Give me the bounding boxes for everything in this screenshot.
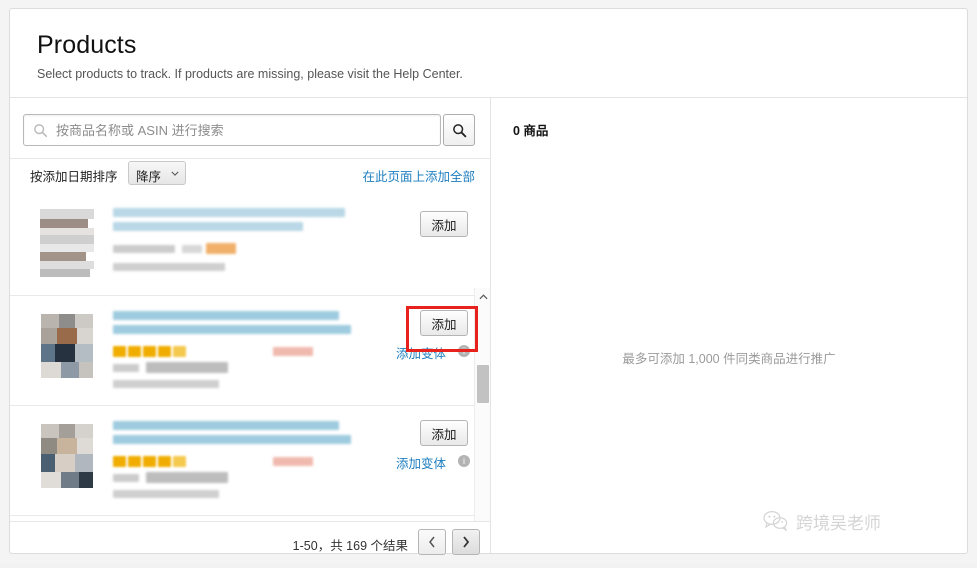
product-badge [206,243,236,254]
product-title[interactable] [113,311,361,341]
products-card: Products Select products to track. If pr… [9,8,968,554]
search-input[interactable] [54,115,434,145]
product-title[interactable] [113,208,361,238]
pagination-next-button[interactable] [452,529,480,555]
empty-state-message: 最多可添加 1,000 件同类商品进行推广 [491,348,967,367]
list-item[interactable]: 添加 添加变体 i [10,406,474,516]
product-list-viewport: 添加 [10,193,474,521]
watermark: 跨境吴老师 [763,504,943,538]
scrollbar-track[interactable] [475,305,490,521]
product-title[interactable] [113,421,361,451]
sort-label: 按添加日期排序 [30,166,118,185]
pagination-summary: 1-50，共 169 个结果 [293,535,408,554]
pagination-prev-button[interactable] [418,529,446,555]
search-submit-button[interactable] [443,114,475,146]
search-icon [33,123,48,138]
info-icon[interactable]: i [458,455,470,467]
chevron-left-icon [428,536,436,548]
search-icon [452,123,467,138]
list-item[interactable]: 添加 添加变体 i [10,296,474,406]
product-thumbnail[interactable] [38,207,96,279]
add-variation-link[interactable]: 添加变体 [396,453,446,472]
selected-products-pane: 0 商品 最多可添加 1,000 件同类商品进行推广 [491,98,967,553]
search-row [23,114,475,146]
product-meta [146,472,228,483]
product-thumbnail[interactable] [38,310,96,382]
product-meta [113,364,139,372]
selected-count-label: 0 商品 [513,120,548,139]
add-product-button[interactable]: 添加 [420,420,468,446]
page-subtitle: Select products to track. If products ar… [37,67,463,81]
card-header: Products Select products to track. If pr… [10,9,967,97]
chevron-up-icon [479,294,488,300]
list-item[interactable]: 添加 [10,193,474,296]
product-thumbnail[interactable] [38,420,96,492]
product-search-pane: 按添加日期排序 降序 在此页面上添加全部 [10,98,490,553]
sort-order-value: 降序 [136,166,161,185]
scroll-up-button[interactable] [475,288,490,305]
chevron-down-icon [171,171,179,176]
search-box[interactable] [23,114,441,146]
product-asin-text [113,490,219,498]
product-asin-text [113,380,219,388]
pagination: 1-50，共 169 个结果 [10,522,490,568]
product-meta [113,474,139,482]
info-icon[interactable]: i [458,345,470,357]
product-review-count [273,457,313,466]
product-review-count [273,347,313,356]
sort-row: 按添加日期排序 降序 在此页面上添加全部 [10,159,490,191]
product-meta [146,362,228,373]
add-variation-link[interactable]: 添加变体 [396,343,446,362]
product-meta [113,245,175,253]
product-list-scrollbar[interactable] [474,288,490,521]
product-meta [182,245,202,253]
product-rating-stars [113,346,263,357]
product-list: 添加 [10,193,490,521]
add-product-button[interactable]: 添加 [420,211,468,237]
page-title: Products [37,31,136,60]
wechat-icon [763,510,789,532]
scrollbar-thumb[interactable] [477,365,489,403]
sort-order-dropdown[interactable]: 降序 [128,161,186,185]
chevron-right-icon [462,536,470,548]
product-asin-text [113,263,225,271]
watermark-text: 跨境吴老师 [796,509,881,534]
add-product-button[interactable]: 添加 [420,310,468,336]
page-background: Products Select products to track. If pr… [0,0,977,563]
add-all-on-page-link[interactable]: 在此页面上添加全部 [362,166,475,185]
product-rating-stars [113,456,263,467]
